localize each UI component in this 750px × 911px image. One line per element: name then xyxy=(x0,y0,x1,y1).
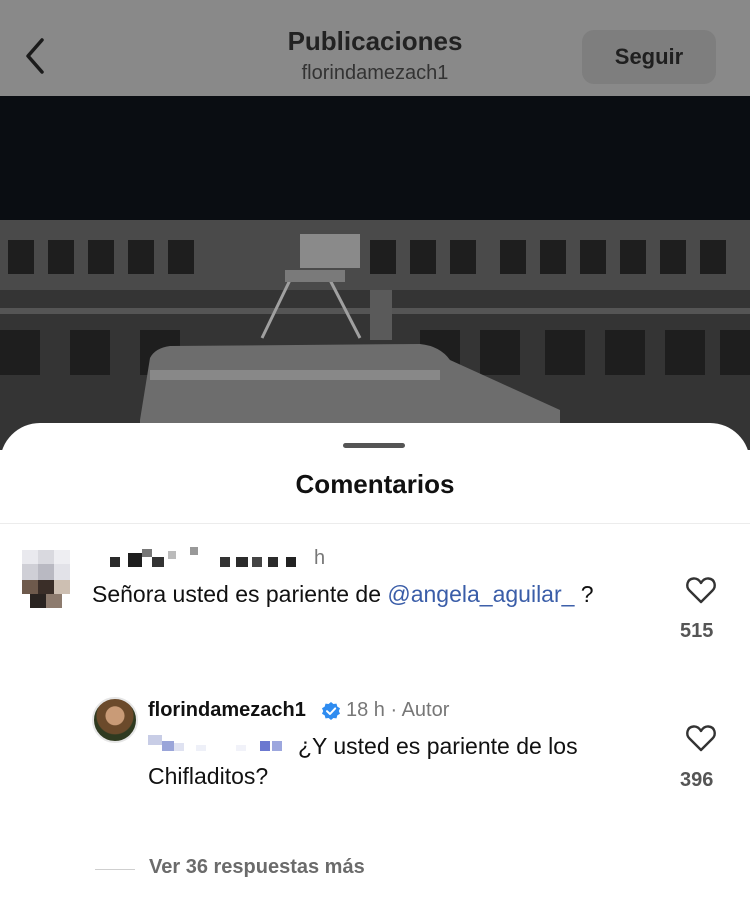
reply-text-line2: Chifladitos? xyxy=(148,763,269,789)
divider xyxy=(0,523,750,524)
post-image xyxy=(0,220,750,450)
replies-divider-line xyxy=(95,869,135,870)
comments-sheet: Comentarios h Señora usted es pariente d… xyxy=(0,423,750,911)
commenter-avatar-pixelated[interactable] xyxy=(22,550,70,608)
comment-time: h xyxy=(314,547,326,569)
verified-badge-icon xyxy=(322,702,340,720)
comments-title: Comentarios xyxy=(295,469,455,499)
drag-handle[interactable] xyxy=(343,443,405,448)
reply-username[interactable]: florindamezach1 xyxy=(148,699,306,722)
heart-icon[interactable] xyxy=(685,575,717,605)
media-dark-band xyxy=(0,96,750,220)
reply-text-line1: ¿Y usted es pariente de los xyxy=(298,733,578,759)
heart-icon[interactable] xyxy=(685,723,717,753)
commenter-username-pixelated[interactable] xyxy=(96,547,336,571)
like-count: 396 xyxy=(680,769,714,791)
top-bar: Publicaciones florindamezach1 Seguir xyxy=(0,0,750,96)
author-avatar[interactable] xyxy=(92,697,138,743)
reply-time-author: 18 h · Autor xyxy=(346,699,450,721)
like-count: 515 xyxy=(680,620,714,642)
comment-text: Señora usted es pariente de @angela_agui… xyxy=(92,581,594,607)
mention-link[interactable]: @angela_aguilar_ xyxy=(387,581,574,607)
view-more-replies-link[interactable]: Ver 36 respuestas más xyxy=(149,856,365,879)
follow-button[interactable]: Seguir xyxy=(582,30,716,84)
